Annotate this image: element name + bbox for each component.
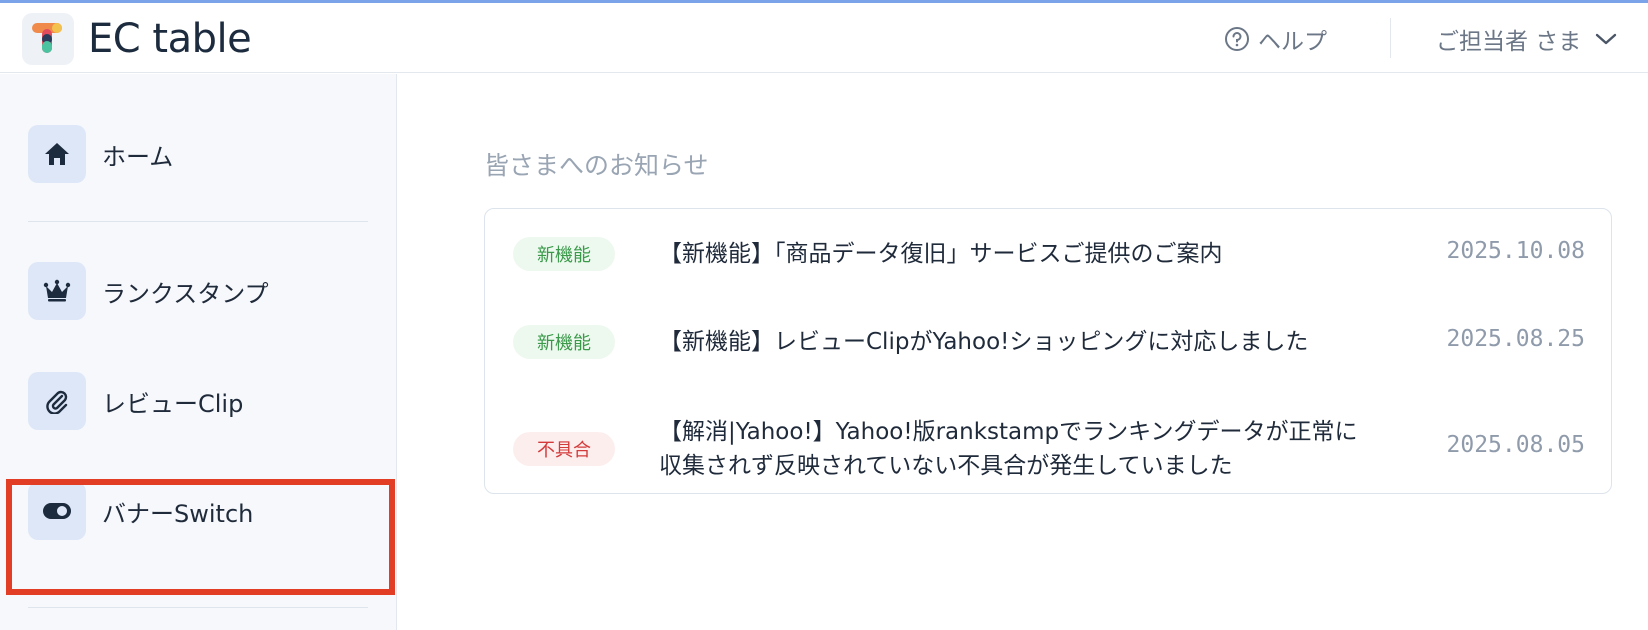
sidebar: ホーム ランクスタンプ レビューClip バナーSwitch [0,74,397,630]
sidebar-item-label: ホーム [102,142,174,171]
app-header: EC table ヘルプ ご担当者 さま [0,3,1648,73]
news-date: 2025.08.05 [1446,432,1585,458]
chevron-down-icon [1596,33,1617,45]
news-date: 2025.10.08 [1446,238,1585,264]
news-title[interactable]: 【解消|Yahoo!】Yahoo!版rankstampでランキングデータが正常に… [659,415,1379,483]
crown-icon [28,262,86,320]
news-badge: 新機能 [513,237,615,271]
news-item[interactable]: 新機能 【新機能】レビューClipがYahoo!ショッピングに対応しました 20… [485,299,1611,389]
paperclip-icon [28,372,86,430]
news-title[interactable]: 【新機能】レビューClipがYahoo!ショッピングに対応しました [659,325,1379,359]
news-item[interactable]: 新機能 【新機能】「商品データ復旧」サービスご提供のご案内 2025.10.08 [485,209,1611,299]
sidebar-item-rankstamp[interactable]: ランクスタンプ [28,262,269,320]
logo-icon[interactable] [22,13,74,65]
sidebar-divider [28,221,368,222]
question-circle-icon [1225,27,1249,51]
news-badge: 不具合 [513,432,615,466]
main-content: 皆さまへのお知らせ 新機能 【新機能】「商品データ復旧」サービスご提供のご案内 … [398,74,1648,630]
sidebar-item-reviewclip[interactable]: レビューClip [28,372,243,430]
brand-name[interactable]: EC table [88,13,252,65]
help-link[interactable]: ヘルプ [1224,23,1327,55]
section-title: 皆さまへのお知らせ [484,151,709,180]
account-label: ご担当者 さま [1436,29,1582,55]
sidebar-divider [28,607,368,608]
highlight-box [6,479,395,595]
account-menu[interactable]: ご担当者 さま [1436,23,1617,55]
header-divider [1390,18,1391,58]
news-list: 新機能 【新機能】「商品データ復旧」サービスご提供のご案内 2025.10.08… [484,208,1612,494]
help-label: ヘルプ [1258,29,1327,55]
news-title[interactable]: 【新機能】「商品データ復旧」サービスご提供のご案内 [659,237,1379,271]
news-badge: 新機能 [513,325,615,359]
news-item[interactable]: 不具合 【解消|Yahoo!】Yahoo!版rankstampでランキングデータ… [485,389,1611,493]
sidebar-item-label: レビューClip [102,389,244,418]
sidebar-item-home[interactable]: ホーム [28,125,173,183]
home-icon [28,125,86,183]
news-date: 2025.08.25 [1446,326,1585,352]
sidebar-item-label: ランクスタンプ [102,279,269,308]
